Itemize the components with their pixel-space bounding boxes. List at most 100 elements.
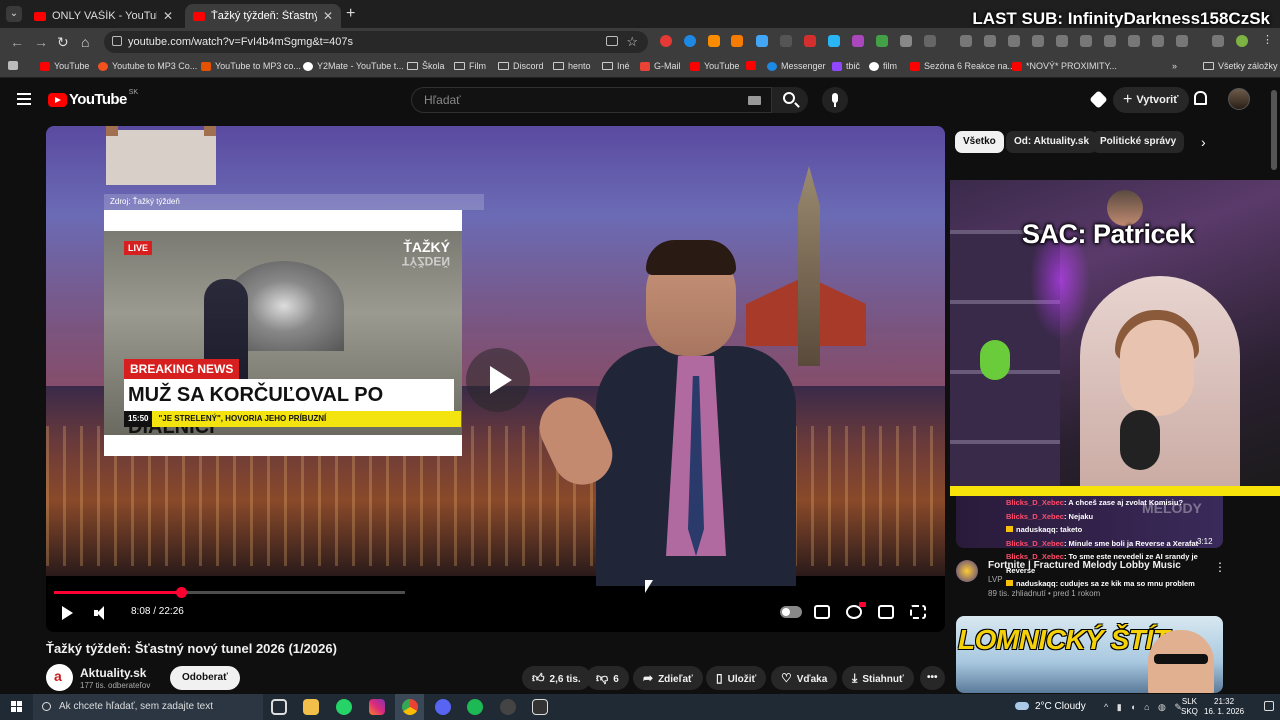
profile-icon[interactable] — [1236, 35, 1248, 47]
spotify-icon[interactable] — [467, 699, 483, 715]
location-icon[interactable] — [1128, 35, 1140, 47]
taskbar-search-input[interactable]: Ak chcete hľadať, sem zadajte text — [33, 694, 263, 720]
extension-icon[interactable] — [708, 35, 720, 47]
more-vertical-icon[interactable]: ⋮ — [1214, 560, 1226, 574]
bookmark-item[interactable]: *NOVÝ* PROXIMITY... — [1012, 61, 1117, 71]
big-play-icon[interactable] — [466, 348, 530, 412]
reload-icon[interactable]: ↻ — [57, 34, 69, 51]
chevron-right-icon[interactable]: › — [1201, 134, 1206, 150]
scrubber-handle[interactable] — [176, 587, 188, 598]
bookmark-item[interactable]: film — [869, 61, 897, 71]
extension-icon[interactable] — [731, 35, 743, 47]
bookmarks-overflow-icon[interactable]: » — [1172, 61, 1177, 71]
subscribe-button[interactable]: Odoberať — [170, 666, 240, 690]
bookmark-folder[interactable]: Film — [454, 61, 486, 71]
like-button[interactable]: 👍︎ 2,6 tis. — [522, 666, 591, 690]
tab-tazky-tyzden[interactable]: Ťažký týždeň: Šťastný nový tune ✕ — [185, 4, 341, 28]
chip-all[interactable]: Všetko — [955, 131, 1004, 153]
card-icon[interactable] — [1152, 35, 1164, 47]
apps-grid-icon[interactable] — [8, 61, 22, 70]
settings-gear-icon[interactable] — [846, 605, 862, 619]
extension-icon[interactable] — [684, 35, 696, 47]
search-button[interactable] — [772, 87, 808, 113]
extension-icon[interactable] — [804, 35, 816, 47]
close-icon[interactable]: ✕ — [323, 9, 333, 23]
tab-only-vasik[interactable]: ONLY VAŠÍK - YouTube ✕ — [26, 4, 181, 28]
download-icon[interactable] — [1104, 35, 1116, 47]
reading-list-icon[interactable] — [1212, 35, 1224, 47]
windows-start-icon[interactable] — [11, 701, 22, 712]
theater-mode-icon[interactable] — [878, 605, 894, 619]
address-bar[interactable]: youtube.com/watch?v=FvI4b4mSgmg&t=407s ☆ — [104, 31, 648, 53]
discord-icon[interactable] — [435, 699, 451, 715]
page-scrollbar[interactable] — [1271, 90, 1277, 170]
play-icon[interactable] — [62, 606, 73, 620]
autoplay-toggle[interactable] — [780, 606, 802, 618]
print-icon[interactable] — [960, 35, 972, 47]
more-menu-icon[interactable]: ⋮ — [1262, 33, 1274, 46]
extension-icon[interactable] — [876, 35, 888, 47]
recommendation-channel[interactable]: LVP — [988, 575, 1003, 584]
file-explorer-icon[interactable] — [303, 699, 319, 715]
bookmark-item[interactable]: tbič — [832, 61, 860, 71]
screenshot-icon[interactable] — [1056, 35, 1068, 47]
keyboard-icon[interactable] — [748, 96, 761, 105]
download-button[interactable]: ⤓ Stiahnuť — [842, 666, 914, 690]
more-actions-button[interactable]: ••• — [920, 666, 945, 690]
extension-icon[interactable] — [756, 35, 768, 47]
extension-icon[interactable] — [828, 35, 840, 47]
search-input[interactable]: Hľadať — [411, 87, 772, 113]
bookmark-folder[interactable]: Discord — [498, 61, 544, 71]
recommendation-thumbnail[interactable]: LOMNICKÝ ŠTÍT — [956, 616, 1223, 693]
cast-icon[interactable] — [1032, 35, 1044, 47]
link-icon[interactable] — [1008, 35, 1020, 47]
taskbar-clock[interactable]: 21:32 16. 1. 2026 — [1204, 697, 1244, 717]
bookmark-folder[interactable]: Iné — [602, 61, 630, 71]
bookmark-item[interactable]: YouTube — [690, 61, 739, 71]
share-button[interactable]: ➦ Zdieľať — [633, 666, 703, 690]
channel-avatar[interactable]: a — [46, 664, 73, 691]
notification-center-icon[interactable] — [1264, 701, 1274, 711]
volume-icon[interactable] — [94, 606, 108, 620]
extension-icon[interactable] — [780, 35, 792, 47]
bookmark-item[interactable]: Youtube to MP3 Co... — [98, 61, 197, 71]
forward-icon[interactable]: → — [34, 34, 48, 50]
translate-icon[interactable] — [1080, 35, 1092, 47]
bookmark-item[interactable]: Messenger — [767, 61, 826, 71]
create-button[interactable]: + Vytvoriť — [1113, 87, 1189, 113]
bookmark-item[interactable]: Y2Mate - YouTube t... — [303, 61, 404, 71]
notifications-bell-icon[interactable] — [1194, 91, 1207, 105]
extension-icon[interactable] — [660, 35, 672, 47]
extension-icon[interactable] — [852, 35, 864, 47]
site-info-icon[interactable] — [112, 36, 122, 46]
bookmark-folder[interactable]: hento — [553, 61, 591, 71]
install-app-icon[interactable] — [606, 36, 618, 46]
video-player[interactable]: Zdroj: Ťažký týždeň LIVE ŤAŽKÝ TÝŽDEŇ BR… — [46, 126, 945, 632]
youtube-logo[interactable]: YouTube SK — [48, 89, 138, 108]
tab-search-button[interactable]: ⌄ — [6, 6, 22, 22]
bookmark-item[interactable]: Sezóna 6 Reakce na... — [910, 61, 1015, 71]
progress-bar[interactable] — [54, 587, 405, 598]
home-icon[interactable]: ⌂ — [81, 34, 89, 50]
system-tray-icons[interactable]: ^ ▮ ◖ ⌂ ◍ ✎ — [1104, 702, 1185, 713]
language-indicator[interactable]: SLK SKQ — [1181, 697, 1198, 717]
voice-search-mic-icon[interactable] — [822, 87, 848, 113]
bookmark-item[interactable]: YouTube — [40, 61, 89, 71]
bookmark-item[interactable]: G-Mail — [640, 61, 681, 71]
new-tab-button[interactable]: + — [346, 5, 355, 23]
capcut-icon[interactable] — [532, 699, 548, 715]
obs-icon[interactable] — [500, 699, 516, 715]
fullscreen-icon[interactable] — [910, 605, 926, 619]
subtitles-icon[interactable] — [814, 605, 830, 619]
bookmark-item[interactable] — [746, 61, 760, 70]
back-icon[interactable]: ← — [10, 34, 24, 50]
menu-hamburger-icon[interactable] — [17, 93, 31, 105]
weather-widget[interactable]: 2°C Cloudy — [1015, 701, 1086, 712]
bookmark-star-icon[interactable]: ☆ — [626, 34, 638, 50]
all-bookmarks-folder[interactable]: Všetky záložky — [1203, 61, 1278, 71]
account-avatar[interactable] — [1228, 88, 1250, 110]
bookmark-folder[interactable]: Škola — [407, 61, 445, 71]
gemini-icon[interactable] — [1089, 90, 1108, 109]
apps-icon[interactable] — [984, 35, 996, 47]
extensions-puzzle-icon[interactable] — [924, 35, 936, 47]
